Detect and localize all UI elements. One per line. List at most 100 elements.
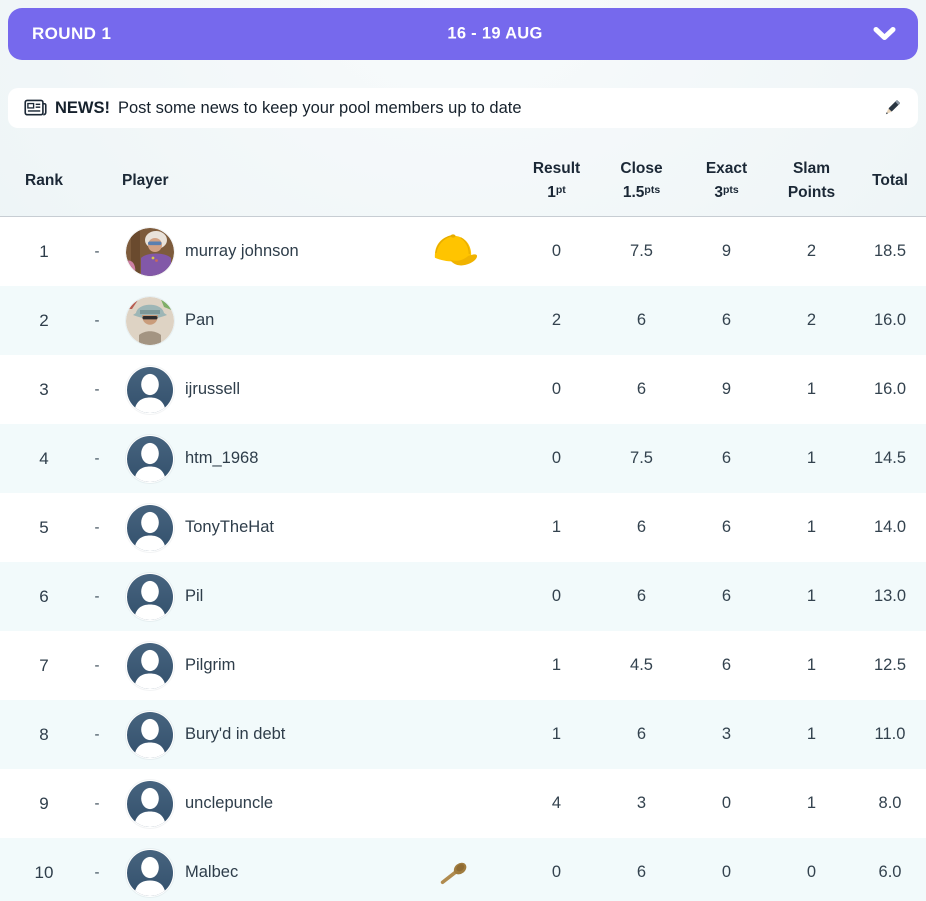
stat-exact: 0	[721, 794, 732, 812]
table-row[interactable]: 4 - htm_1968 0 7.5 6 1 14.5	[0, 424, 926, 493]
stat-exact: 6	[721, 656, 732, 674]
avatar	[126, 503, 174, 552]
table-row[interactable]: 2 - Pan 2 6 6 2 16.0	[0, 286, 926, 355]
stat-slam: 1	[806, 518, 817, 536]
stat-result: 0	[551, 863, 562, 881]
stat-slam: 1	[806, 380, 817, 398]
column-header-player: Player	[122, 171, 169, 189]
stat-slam: 2	[806, 311, 817, 329]
default-avatar-icon	[127, 642, 173, 689]
stat-exact: 6	[721, 449, 732, 467]
table-row[interactable]: 8 - Bury'd in debt 1 6 3 1 11.0	[0, 700, 926, 769]
column-header-total: Total	[872, 171, 908, 189]
edit-news-button[interactable]	[882, 98, 902, 118]
rank-movement-indicator: -	[94, 657, 100, 674]
pencil-icon	[885, 100, 900, 115]
stat-slam: 2	[806, 242, 817, 260]
avatar	[126, 779, 174, 828]
default-avatar-icon	[127, 780, 173, 827]
rank-movement-indicator: -	[94, 312, 100, 329]
spoon-icon	[440, 862, 467, 884]
stat-close: 6	[636, 518, 647, 536]
rank-movement-indicator: -	[94, 795, 100, 812]
stat-exact: 6	[721, 587, 732, 605]
player-name: Pan	[185, 311, 215, 329]
stat-close: 6	[636, 863, 647, 881]
player-name: Bury'd in debt	[185, 725, 286, 743]
stat-close: 6	[636, 380, 647, 398]
column-header-result: Result 1pt	[532, 160, 581, 201]
table-row[interactable]: 7 - Pilgrim 1 4.5 6 1 12.5	[0, 631, 926, 700]
player-name: Malbec	[185, 863, 239, 881]
stat-close: 6	[636, 587, 647, 605]
rank-value: 5	[39, 517, 49, 537]
table-row[interactable]: 5 - TonyTheHat 1 6 6 1 14.0	[0, 493, 926, 562]
stat-slam: 1	[806, 587, 817, 605]
stat-close: 6	[636, 311, 647, 329]
stat-exact: 6	[721, 518, 732, 536]
table-body: 1 - murray johnson 0 7.5 9 2 18.5 2 - Pa…	[0, 217, 926, 901]
column-header-rank: Rank	[25, 171, 63, 189]
stat-result: 1	[551, 656, 562, 674]
stat-total: 13.0	[873, 587, 907, 605]
table-row[interactable]: 10 - Malbec 0 6 0 0 6.0	[0, 838, 926, 901]
avatar	[126, 848, 174, 897]
avatar	[126, 227, 174, 276]
rank-movement-indicator: -	[94, 381, 100, 398]
rank-movement-indicator: -	[94, 726, 100, 743]
default-avatar-icon	[127, 711, 173, 758]
rank-value: 9	[39, 793, 49, 813]
default-avatar-icon	[127, 573, 173, 620]
column-header-close: Close 1.5pts	[620, 160, 663, 201]
stat-close: 7.5	[630, 242, 653, 260]
chevron-down-icon[interactable]	[873, 27, 896, 42]
stat-result: 1	[551, 518, 562, 536]
rank-value: 3	[39, 379, 49, 399]
spoon-icon	[394, 857, 514, 889]
column-header-slam: Slam Points	[787, 160, 836, 201]
table-row[interactable]: 9 - unclepuncle 4 3 0 1 8.0	[0, 769, 926, 838]
avatar	[126, 365, 174, 414]
round-title: ROUND 1	[32, 24, 112, 43]
stat-close: 4.5	[630, 656, 653, 674]
player-name: ijrussell	[185, 380, 241, 398]
newspaper-icon	[24, 99, 47, 118]
default-avatar-icon	[127, 435, 173, 482]
stat-exact: 3	[721, 725, 732, 743]
photo-avatar	[126, 296, 174, 345]
stat-exact: 9	[721, 242, 732, 260]
default-avatar-icon	[127, 366, 173, 413]
round-selector[interactable]: ROUND 1 16 - 19 AUG	[8, 8, 918, 60]
stat-result: 0	[551, 587, 562, 605]
table-header: Rank Player Result 1pt Close 1.5pts Exact 3pt…	[0, 145, 926, 217]
table-row[interactable]: 3 - ijrussell 0 6 9 1 16.0	[0, 355, 926, 424]
photo-avatar	[126, 227, 174, 276]
leaderboard-table: Rank Player Result 1pt Close 1.5pts Exact 3pt…	[0, 145, 926, 901]
news-label: NEWS!	[55, 98, 110, 117]
avatar	[126, 641, 174, 690]
avatar	[126, 572, 174, 621]
default-avatar-icon	[127, 504, 173, 551]
column-header-exact: Exact 3pts	[705, 160, 748, 201]
table-row[interactable]: 1 - murray johnson 0 7.5 9 2 18.5	[0, 217, 926, 286]
stat-slam: 1	[806, 656, 817, 674]
news-bar: NEWS! Post some news to keep your pool m…	[8, 88, 918, 128]
player-name: murray johnson	[185, 242, 299, 260]
rank-movement-indicator: -	[94, 864, 100, 881]
rank-value: 2	[39, 310, 49, 330]
rank-movement-indicator: -	[94, 519, 100, 536]
stat-total: 14.0	[873, 518, 907, 536]
stat-total: 14.5	[873, 449, 907, 467]
stat-total: 16.0	[873, 311, 907, 329]
table-row[interactable]: 6 - Pil 0 6 6 1 13.0	[0, 562, 926, 631]
news-message: Post some news to keep your pool members…	[118, 98, 522, 117]
default-avatar-icon	[127, 849, 173, 896]
avatar	[126, 434, 174, 483]
player-name: htm_1968	[185, 449, 259, 467]
stat-close: 7.5	[630, 449, 653, 467]
stat-slam: 1	[806, 794, 817, 812]
stat-exact: 0	[721, 863, 732, 881]
player-name: unclepuncle	[185, 794, 274, 812]
stat-total: 18.5	[873, 242, 907, 260]
stat-exact: 6	[721, 311, 732, 329]
